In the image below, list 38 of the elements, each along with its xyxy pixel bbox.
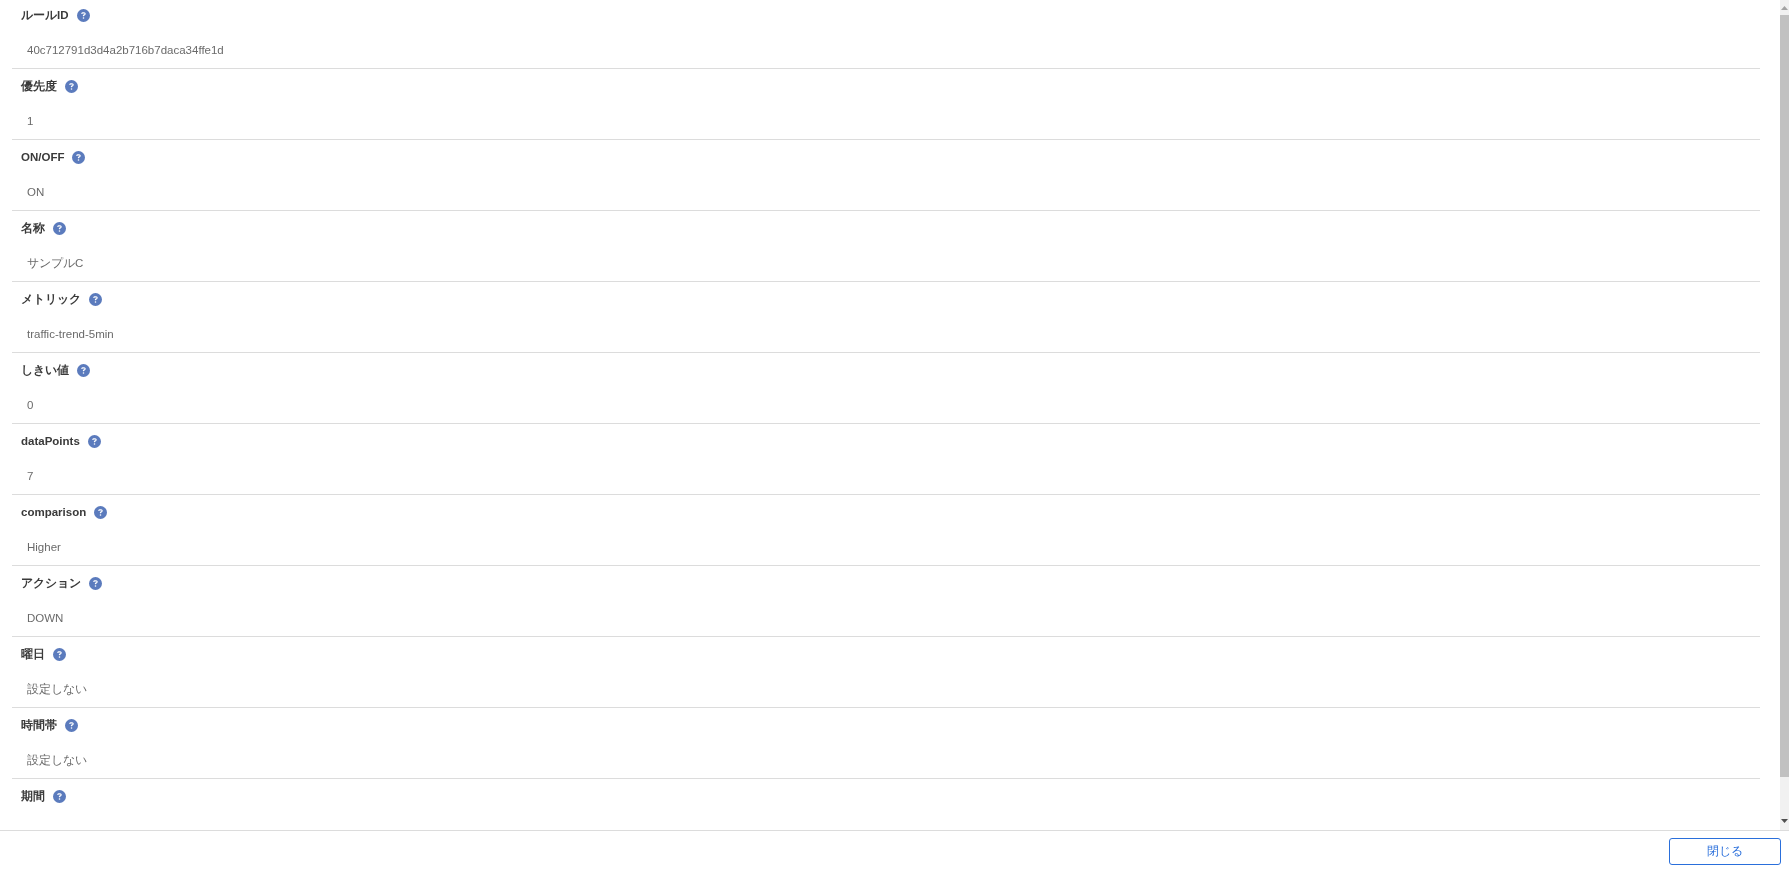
help-icon[interactable] [53,647,66,661]
field-label: 優先度 [21,78,57,94]
help-icon[interactable] [53,789,66,803]
help-icon[interactable] [94,505,108,519]
field-value: 設定しない [27,682,87,698]
field-value: 0 [27,398,34,413]
scroll-down-arrow-icon[interactable] [1781,819,1788,823]
help-icon[interactable] [89,576,102,590]
field-value: 40c712791d3d4a2b716b7daca34ffe1d [27,43,224,58]
help-icon[interactable] [76,8,90,22]
field-label: しきい値 [21,363,69,379]
help-icon[interactable] [87,434,101,448]
field-value: DOWN [27,611,64,626]
help-icon[interactable] [65,79,78,93]
field-value: 設定しない [27,753,87,769]
field-label: 名称 [21,221,45,236]
field-value: ON [27,185,45,200]
field-label: 時間帯 [21,718,57,733]
field-label: メトリック [21,292,81,307]
help-icon[interactable] [89,292,102,306]
field-label: アクション [21,576,81,591]
field-label: ルールID [21,8,69,23]
help-icon[interactable] [65,718,78,732]
help-icon[interactable] [53,221,66,235]
help-icon[interactable] [72,150,86,164]
field-label: 曜日 [21,647,45,662]
field-value: 1 [27,114,34,129]
field-label: comparison [21,505,87,520]
field-value: traffic-trend-5min [27,327,114,342]
field-value: 7 [27,469,34,484]
field-label: ON/OFF [21,150,65,165]
field-label: 期間 [21,789,45,804]
scroll-up-arrow-icon[interactable] [1781,6,1788,10]
help-icon[interactable] [77,363,90,377]
field-label: dataPoints [21,434,80,449]
close-button[interactable]: 閉じる [1669,837,1781,865]
field-value: Higher [27,540,61,555]
field-value: サンプルC [27,256,84,271]
